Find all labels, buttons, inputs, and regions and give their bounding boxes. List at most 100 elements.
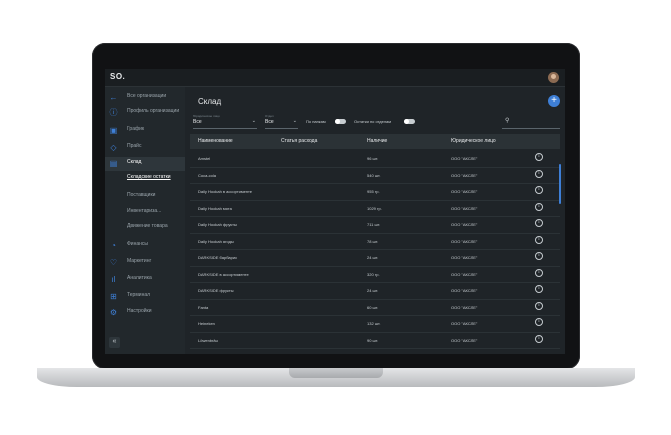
- cell-stock: 24 шт.: [367, 288, 379, 293]
- sidebar-item-schedule[interactable]: ▣ График: [105, 124, 185, 138]
- legal-entity-select[interactable]: Юридическое лицо Все ⌄: [193, 114, 257, 129]
- column-header-name[interactable]: Наименование: [198, 138, 233, 144]
- cell-stock: 320 гр.: [367, 271, 380, 277]
- info-icon[interactable]: i: [535, 219, 543, 227]
- cell-entity: ООО "АКСЛЕ": [451, 321, 478, 326]
- table-row[interactable]: Löwenbräu 90 шт. ООО "АКСЛЕ" i: [190, 332, 560, 349]
- sidebar-item-analytics[interactable]: ıl Аналитика: [105, 273, 185, 287]
- filter-value: Все: [193, 119, 202, 125]
- filter-label: Юридическое лицо: [193, 114, 220, 118]
- sidebar-subitem-stock[interactable]: Складские остатки: [127, 174, 183, 180]
- heart-icon: ♡: [109, 258, 118, 267]
- arrow-left-icon: ←: [109, 93, 118, 102]
- sidebar-subitem-suppliers[interactable]: Поставщики: [127, 192, 183, 198]
- table-row[interactable]: Daily Hookah в ассортименте 955 гр. ООО "А…: [190, 183, 560, 201]
- toggle-label-folders: По папкам: [306, 119, 326, 124]
- cell-stock: 1029 гр.: [367, 205, 382, 211]
- sidebar-subitem-inventory[interactable]: Инвентариза...: [127, 208, 183, 214]
- cell-entity: ООО "АКСЛЕ": [451, 222, 478, 227]
- departments-toggle[interactable]: [404, 119, 415, 124]
- table-row[interactable]: DARKSIDE барбарис 24 шт. ООО "АКСЛЕ" i: [190, 249, 560, 267]
- sidebar-item-label: График: [127, 126, 145, 132]
- sidebar-item-label: Аналитика: [127, 275, 152, 281]
- table-body: Amstel 96 шт. ООО "АКСЛЕ" i Coca-cola 540 шт.…: [190, 150, 560, 354]
- search-input[interactable]: ⚲: [502, 114, 560, 129]
- info-icon[interactable]: i: [535, 169, 543, 178]
- analytics-icon: ıl: [111, 275, 116, 284]
- collapse-sidebar-button[interactable]: «: [109, 337, 120, 348]
- sidebar: ← Все организации ⓘ Профиль организации …: [105, 87, 185, 354]
- cell-name: Daily Hookah фрукты: [198, 222, 237, 227]
- info-icon: ⓘ: [109, 108, 118, 117]
- column-header-expense[interactable]: Статья расхода: [281, 138, 317, 144]
- sidebar-item-price[interactable]: ◇ Прайс: [105, 141, 185, 155]
- info-icon[interactable]: i: [535, 268, 543, 277]
- cell-name: Fanta: [198, 304, 209, 310]
- table-row[interactable]: Daily Hookah ягоды 78 шт. ООО "АКСЛЕ" i: [190, 233, 560, 250]
- department-select[interactable]: Отдел Все ⌄: [265, 114, 298, 129]
- calendar-icon: ▣: [109, 126, 118, 135]
- table-row[interactable]: DARKSIDE в ассортименте 320 гр. ООО "АКСЛЕ…: [190, 266, 560, 283]
- table-row[interactable]: Fanta 60 шт. ООО "АКСЛЕ" i: [190, 299, 560, 316]
- info-icon[interactable]: i: [535, 186, 543, 194]
- add-button[interactable]: +: [548, 95, 560, 107]
- cell-entity: ООО "АКСЛЕ": [451, 304, 478, 310]
- sidebar-item-label: Настройки: [127, 308, 152, 314]
- info-icon[interactable]: i: [535, 235, 543, 244]
- cell-entity: ООО "АКСЛЕ": [451, 271, 478, 277]
- page-title: Склад: [198, 97, 222, 106]
- search-icon: ⚲: [505, 118, 510, 124]
- info-icon[interactable]: i: [535, 301, 543, 310]
- sidebar-subitem-movement[interactable]: Движение товара: [127, 223, 183, 229]
- info-icon[interactable]: i: [535, 202, 543, 211]
- app-logo[interactable]: SO.: [110, 72, 125, 81]
- sidebar-item-label: Терминал: [127, 292, 151, 298]
- cell-name: DARKSIDE барбарис: [198, 255, 238, 260]
- laptop-notch: [289, 368, 383, 378]
- info-icon[interactable]: i: [535, 252, 543, 260]
- column-header-entity[interactable]: Юридическое лицо: [451, 138, 496, 144]
- info-icon[interactable]: i: [535, 285, 543, 293]
- cell-stock: 132 шт.: [367, 321, 381, 326]
- chevron-down-icon: ⌄: [292, 118, 297, 124]
- chevron-down-icon: ⌄: [251, 118, 256, 124]
- settings-icon: ⚙: [109, 308, 118, 317]
- sidebar-item-settings[interactable]: ⚙ Настройки: [105, 306, 185, 320]
- cell-entity: ООО "АКСЛЕ": [451, 189, 478, 194]
- cell-stock: 96 шт.: [367, 156, 379, 161]
- sidebar-item-warehouse[interactable]: ▤ Склад: [105, 157, 185, 171]
- sidebar-item-label: Прайс: [127, 143, 142, 149]
- filter-value: Все: [265, 119, 274, 125]
- sidebar-item-profile[interactable]: ⓘ Профиль организации: [105, 106, 185, 122]
- table-row[interactable]: Heineken 132 шт. ООО "АКСЛЕ" i: [190, 315, 560, 333]
- table-row[interactable]: Amstel 96 шт. ООО "АКСЛЕ" i: [190, 150, 560, 168]
- cell-entity: ООО "АКСЛЕ": [451, 255, 478, 260]
- table-row[interactable]: Coca-cola 540 шт. ООО "АКСЛЕ" i: [190, 167, 560, 184]
- sidebar-item-finance[interactable]: ◔ Финансы: [105, 239, 185, 253]
- column-header-stock[interactable]: Наличие: [367, 138, 387, 144]
- avatar[interactable]: [548, 72, 559, 83]
- table-row[interactable]: DARKSIDE фрукты 24 шт. ООО "АКСЛЕ" i: [190, 282, 560, 300]
- cell-entity: ООО "АКСЛЕ": [451, 238, 478, 244]
- info-icon[interactable]: i: [535, 334, 543, 343]
- tag-icon: ◇: [110, 143, 117, 152]
- scrollbar[interactable]: [559, 164, 561, 204]
- cell-stock: 78 шт.: [367, 238, 379, 244]
- sidebar-item-all-orgs[interactable]: ← Все организации: [105, 91, 185, 105]
- toggle-label-departments: Остатки по отделам: [354, 119, 392, 124]
- terminal-icon: ⊞: [110, 292, 117, 301]
- cell-entity: ООО "АКСЛЕ": [451, 156, 478, 161]
- filter-label: Отдел: [265, 114, 274, 118]
- cell-stock: 60 шт.: [367, 304, 379, 310]
- sidebar-item-label: Все организации: [127, 93, 167, 99]
- top-bar: SO.: [105, 69, 565, 87]
- table-row[interactable]: Daily Hookah мята 1029 гр. ООО "АКСЛЕ" i: [190, 200, 560, 217]
- info-icon[interactable]: i: [535, 153, 543, 161]
- folders-toggle[interactable]: [335, 119, 346, 124]
- sidebar-item-marketing[interactable]: ♡ Маркетинг: [105, 256, 185, 270]
- sidebar-item-terminal[interactable]: ⊞ Терминал: [105, 290, 185, 304]
- info-icon[interactable]: i: [535, 318, 543, 326]
- table-header: Наименование Статья расхода Наличие Юрид…: [190, 134, 560, 149]
- cell-name: DARKSIDE фрукты: [198, 288, 234, 293]
- table-row[interactable]: Daily Hookah фрукты 711 шт. ООО "АКСЛЕ" i: [190, 216, 560, 234]
